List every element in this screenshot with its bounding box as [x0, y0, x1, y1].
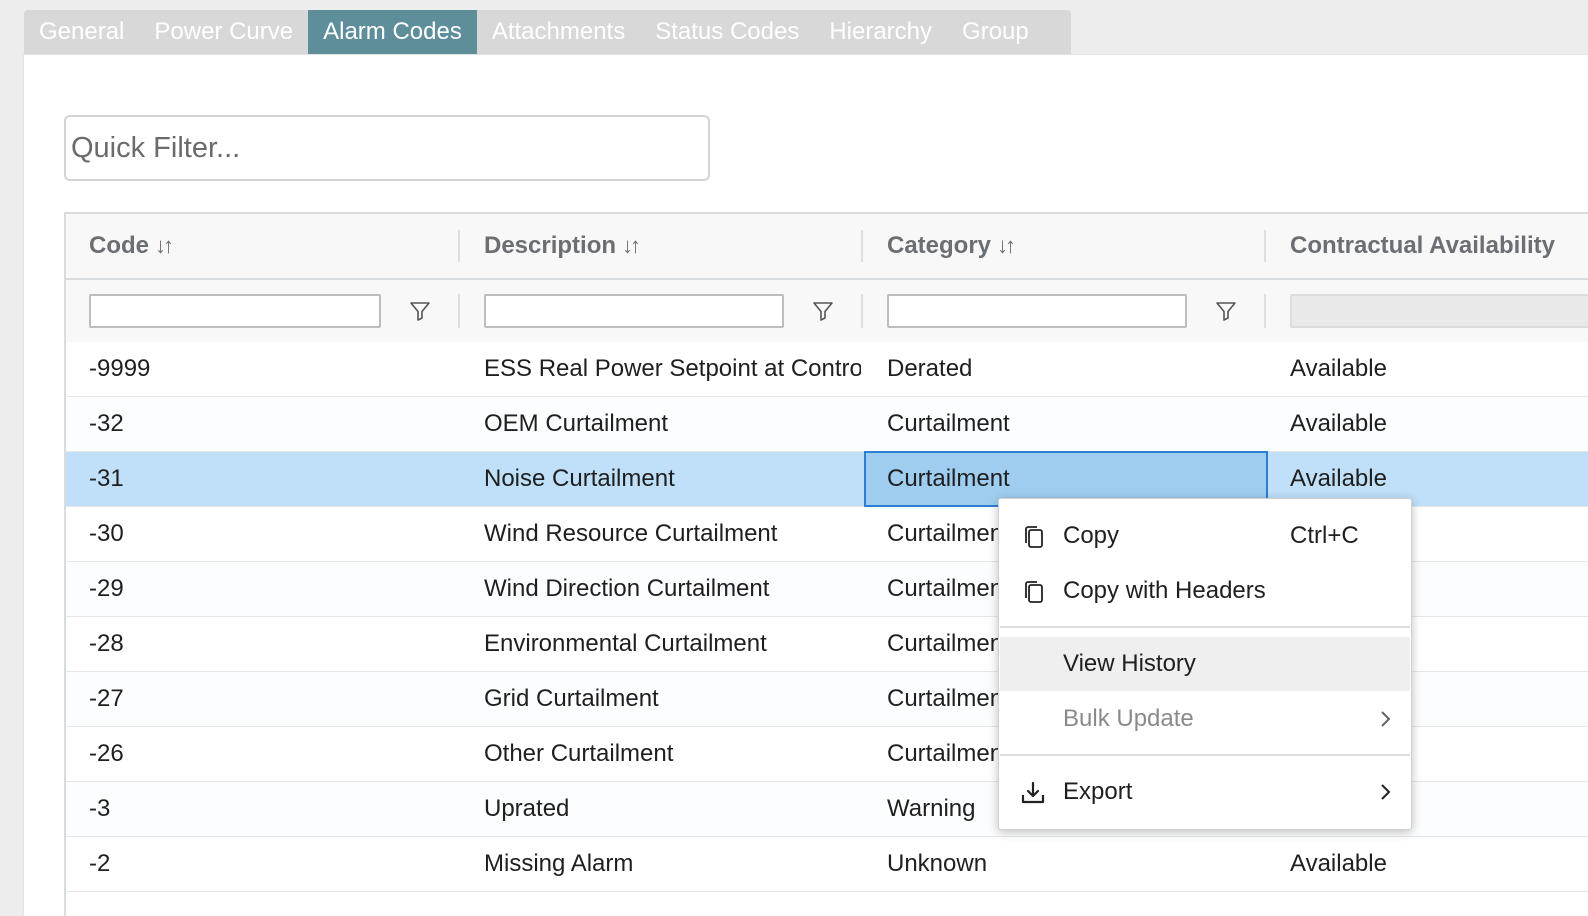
menu-item-copy-with-headers[interactable]: Copy with Headers [1000, 564, 1410, 618]
menu-separator [1000, 626, 1410, 628]
filter-row [66, 280, 1588, 344]
column-header-label: Code [89, 232, 149, 259]
menu-item-label: Copy with Headers [1063, 577, 1266, 604]
description-cell[interactable]: Environmental Curtailment [484, 617, 861, 671]
table-row[interactable]: -32 OEM Curtailment Curtailment Availabl… [66, 397, 1588, 452]
table-row[interactable]: -2 Missing Alarm Unknown Available [66, 837, 1588, 892]
tab-hierarchy[interactable]: Hierarchy [814, 10, 947, 54]
menu-item-export[interactable]: Export [1000, 765, 1410, 819]
tab-alarm-codes[interactable]: Alarm Codes [308, 10, 477, 54]
quick-filter-input[interactable] [64, 115, 710, 181]
column-header-label: Category [887, 232, 992, 259]
column-header-category[interactable]: Category ↓↑ [887, 214, 1016, 278]
code-cell[interactable]: -30 [89, 507, 449, 561]
menu-item-bulk-update: Bulk Update [1000, 692, 1410, 746]
code-cell[interactable]: -9999 [89, 342, 449, 396]
column-header-contractual-availability[interactable]: Contractual Availability [1290, 214, 1555, 278]
description-cell[interactable]: Missing Alarm [484, 837, 861, 891]
tab-attachments[interactable]: Attachments [477, 10, 640, 54]
category-cell[interactable]: Unknown [887, 837, 1257, 891]
description-cell[interactable]: Other Curtailment [484, 727, 861, 781]
grid-header: Code ↓↑ Description ↓↑ Category ↓↑ Contract… [66, 214, 1588, 280]
column-resize-handle[interactable] [1264, 230, 1266, 262]
filter-icon[interactable] [811, 299, 835, 323]
tab-status-codes[interactable]: Status Codes [640, 10, 814, 54]
chevron-right-icon [1381, 711, 1391, 727]
category-cell[interactable]: Curtailment [887, 397, 1257, 451]
code-filter-input[interactable] [89, 294, 381, 328]
code-cell[interactable]: -3 [89, 782, 449, 836]
sort-icon[interactable]: ↓↑ [622, 233, 641, 258]
description-cell[interactable]: Wind Resource Curtailment [484, 507, 861, 561]
availability-cell[interactable]: Available [1290, 342, 1588, 396]
copy-icon [1025, 581, 1043, 603]
chevron-right-icon[interactable] [1376, 782, 1394, 802]
menu-item-view-history[interactable]: View History [1000, 637, 1410, 691]
code-cell[interactable]: -31 [89, 452, 449, 506]
tab-general[interactable]: General [24, 10, 139, 54]
availability-cell[interactable]: Available [1290, 837, 1588, 891]
code-cell[interactable]: -2 [89, 837, 449, 891]
menu-item-label: View History [1063, 650, 1196, 677]
sort-icon[interactable]: ↓↑ [155, 233, 174, 258]
filter-icon[interactable] [1214, 299, 1238, 323]
menu-item-label: Export [1063, 778, 1133, 805]
column-header-code[interactable]: Code ↓↑ [89, 214, 174, 278]
description-cell[interactable]: Grid Curtailment [484, 672, 861, 726]
filter-icon[interactable] [408, 299, 432, 323]
menu-item-shortcut: Ctrl+C [1290, 522, 1359, 549]
category-cell[interactable]: Derated [887, 342, 1257, 396]
code-cell[interactable]: -29 [89, 562, 449, 616]
tab-group[interactable]: Group [947, 10, 1044, 54]
description-cell[interactable]: Noise Curtailment [484, 452, 861, 506]
category-filter-input[interactable] [887, 294, 1187, 328]
tab-power-curve[interactable]: Power Curve [139, 10, 308, 54]
menu-item-copy[interactable]: Copy Ctrl+C [1000, 509, 1410, 563]
column-divider [458, 294, 460, 328]
column-resize-handle[interactable] [458, 230, 460, 262]
column-divider [1264, 294, 1266, 328]
description-filter-input[interactable] [484, 294, 784, 328]
description-cell[interactable]: ESS Real Power Setpoint at Control [484, 342, 861, 396]
column-resize-handle[interactable] [861, 230, 863, 262]
sort-icon[interactable]: ↓↑ [997, 233, 1016, 258]
code-cell[interactable]: -26 [89, 727, 449, 781]
copy-icon [1025, 526, 1043, 548]
column-divider [861, 294, 863, 328]
tab-bar: General Power Curve Alarm Codes Attachme… [24, 10, 1071, 54]
menu-item-label: Copy [1063, 522, 1120, 549]
table-row[interactable]: -9999 ESS Real Power Setpoint at Control… [66, 342, 1588, 397]
code-cell[interactable]: -27 [89, 672, 449, 726]
availability-cell[interactable]: Available [1290, 397, 1588, 451]
column-header-label: Description [484, 232, 617, 259]
column-header-description[interactable]: Description ↓↑ [484, 214, 641, 278]
menu-item-label: Bulk Update [1063, 705, 1194, 732]
download-icon [1021, 781, 1045, 804]
description-cell[interactable]: Wind Direction Curtailment [484, 562, 861, 616]
menu-separator [1000, 754, 1410, 756]
code-cell[interactable]: -28 [89, 617, 449, 671]
description-cell[interactable]: OEM Curtailment [484, 397, 861, 451]
availability-filter-input [1290, 294, 1588, 328]
context-menu: Copy Ctrl+C Copy with Headers View Histo… [998, 498, 1412, 830]
description-cell[interactable]: Uprated [484, 782, 861, 836]
code-cell[interactable]: -32 [89, 397, 449, 451]
column-header-label: Contractual Availability [1290, 232, 1555, 259]
